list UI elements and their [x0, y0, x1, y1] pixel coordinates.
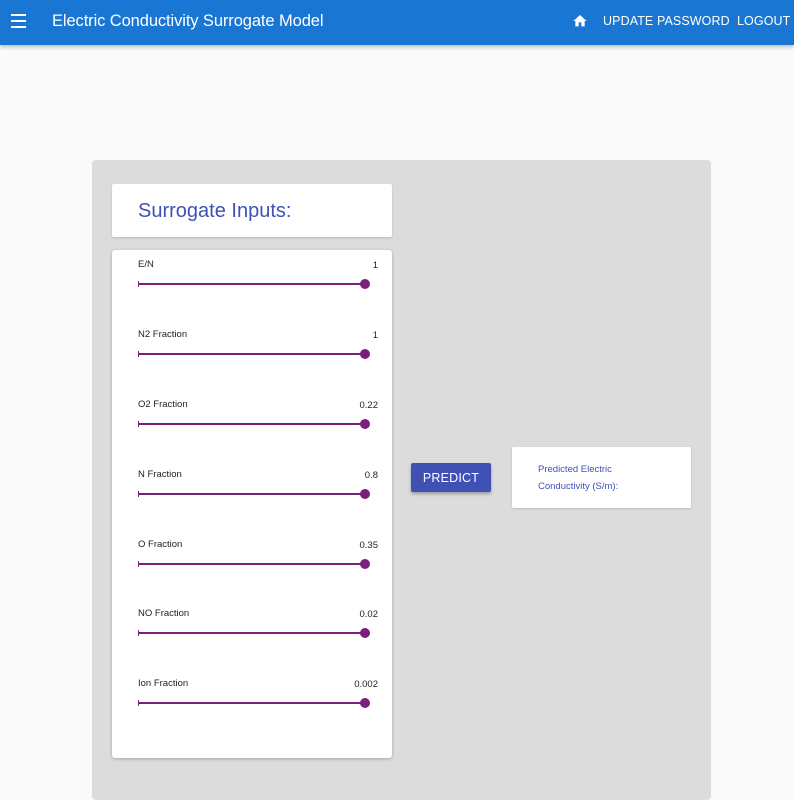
slider-fill	[138, 702, 365, 704]
slider-row-ion-fraction: Ion Fraction 0.002	[112, 678, 392, 728]
slider-value: 1	[372, 330, 378, 341]
slider-value: 0.35	[359, 540, 379, 551]
slider-row-e-n: E/N 1	[112, 259, 392, 309]
slider-row-n2-fraction: N2 Fraction 1	[112, 329, 392, 379]
home-icon[interactable]	[572, 13, 588, 29]
slider-fill	[138, 423, 365, 425]
slider-thumb[interactable]	[360, 698, 370, 708]
slider-label: N2 Fraction	[138, 329, 188, 340]
slider-fill	[138, 563, 365, 565]
slider-thumb[interactable]	[360, 279, 370, 289]
slider-fill	[138, 632, 365, 634]
slider-value: 0.02	[359, 609, 379, 620]
no-fraction-slider[interactable]	[138, 627, 370, 639]
slider-value: 0.8	[364, 470, 378, 481]
slider-thumb[interactable]	[360, 628, 370, 638]
slider-row-n-fraction: N Fraction 0.8	[112, 469, 392, 519]
menu-icon[interactable]	[11, 14, 26, 28]
slider-label: Ion Fraction	[138, 678, 189, 689]
slider-label: NO Fraction	[138, 608, 190, 619]
predict-button[interactable]: PREDICT	[411, 463, 491, 492]
slider-value: 0.22	[359, 400, 379, 411]
slider-value: 1	[372, 260, 378, 271]
result-card: Predicted Electric Conductivity (S/m):	[512, 447, 691, 508]
slider-fill	[138, 353, 365, 355]
app-title: Electric Conductivity Surrogate Model	[52, 12, 324, 30]
slider-value: 0.002	[354, 679, 378, 690]
n2-fraction-slider[interactable]	[138, 348, 370, 360]
n-fraction-slider[interactable]	[138, 488, 370, 500]
app-bar: Electric Conductivity Surrogate Model UP…	[0, 0, 794, 45]
logout-button[interactable]: LOGOUT	[737, 14, 790, 28]
o-fraction-slider[interactable]	[138, 558, 370, 570]
o2-fraction-slider[interactable]	[138, 418, 370, 430]
result-label: Predicted Electric Conductivity (S/m):	[538, 464, 619, 492]
update-password-button[interactable]: UPDATE PASSWORD	[603, 14, 730, 28]
inputs-title-card: Surrogate Inputs:	[112, 184, 392, 237]
slider-thumb[interactable]	[360, 419, 370, 429]
slider-label: E/N	[138, 259, 154, 270]
slider-thumb[interactable]	[360, 559, 370, 569]
slider-label: O2 Fraction	[138, 399, 188, 410]
slider-label: N Fraction	[138, 469, 182, 480]
ion-fraction-slider[interactable]	[138, 697, 370, 709]
sliders-panel: E/N 1 N2 Fraction 1 O2 Fraction 0.22 N F…	[112, 250, 392, 758]
slider-fill	[138, 493, 365, 495]
slider-row-o2-fraction: O2 Fraction 0.22	[112, 399, 392, 449]
inputs-title: Surrogate Inputs:	[138, 200, 292, 222]
e-n-slider[interactable]	[138, 278, 370, 290]
slider-row-no-fraction: NO Fraction 0.02	[112, 608, 392, 658]
slider-thumb[interactable]	[360, 489, 370, 499]
slider-fill	[138, 283, 365, 285]
slider-label: O Fraction	[138, 539, 183, 550]
slider-thumb[interactable]	[360, 349, 370, 359]
slider-row-o-fraction: O Fraction 0.35	[112, 539, 392, 589]
